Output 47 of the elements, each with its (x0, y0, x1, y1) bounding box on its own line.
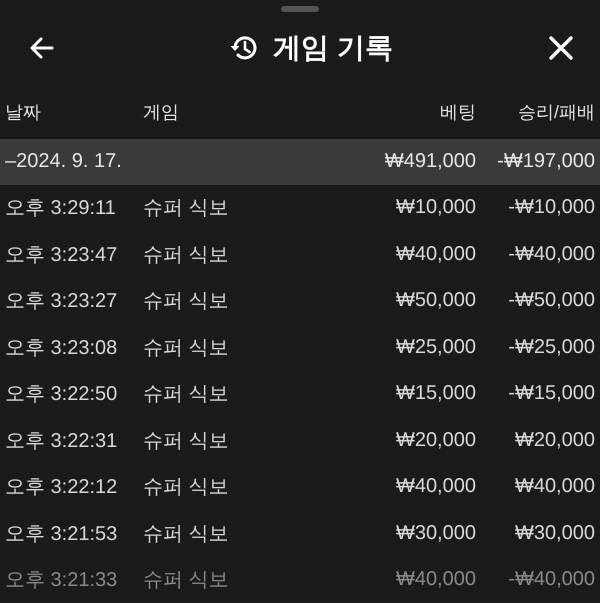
table-cell: -₩40,000 (508, 568, 595, 592)
table-cell: ₩30,000 (396, 522, 476, 545)
table-cell: ₩15,000 (396, 382, 476, 406)
date-group-cell: –2024. 9. 17. (5, 150, 122, 173)
table-cell: ₩40,000 (396, 475, 476, 498)
table-cell-text: 오후 3:21:53 (5, 522, 118, 547)
table-cell-text: 슈퍼 식보 (143, 475, 229, 500)
table-cell: -₩25,000 (508, 336, 595, 359)
table-cell: ₩40,000 (396, 242, 476, 266)
table-cell: ₩30,000 (514, 522, 595, 545)
table-cell-text: 슈퍼 식보 (143, 382, 229, 408)
column-header: 승리/패배 (518, 100, 595, 124)
table-cell: ₩50,000 (396, 289, 476, 312)
table-cell-text: 오후 3:22:50 (5, 382, 118, 408)
table-cell: ₩40,000 (514, 475, 595, 498)
table-cell-text: 오후 3:21:33 (5, 568, 118, 594)
table-cell: -₩10,000 (508, 196, 595, 220)
table-cell-text: 오후 3:22:31 (5, 428, 118, 454)
table-cell: -₩50,000 (508, 289, 595, 312)
table-cell: -₩15,000 (508, 382, 595, 406)
table-cell: ₩10,000 (396, 196, 476, 220)
table-cell: -₩197,000 (497, 150, 595, 173)
table-cell-text: 오후 3:23:27 (5, 289, 118, 314)
table-cell-text: 슈퍼 식보 (143, 196, 229, 222)
table-cell-text: 슈퍼 식보 (143, 428, 229, 454)
table-cell-text: 오후 3:29:11 (5, 196, 116, 222)
table-cell-text: 오후 3:22:12 (5, 475, 118, 500)
close-icon (548, 35, 574, 62)
table-cell-text: 슈퍼 식보 (143, 336, 229, 361)
column-header: 베팅 (440, 100, 476, 124)
table-cell-text: 오후 3:23:08 (5, 336, 118, 361)
table-cell: ₩20,000 (396, 428, 476, 452)
table-cell: ₩40,000 (396, 568, 476, 592)
table-cell-text: 슈퍼 식보 (143, 568, 229, 594)
table-cell-text: 오후 3:23:47 (5, 242, 118, 268)
drag-handle[interactable] (281, 6, 319, 12)
table-cell-text: 슈퍼 식보 (143, 242, 229, 268)
table-cell: ₩25,000 (396, 336, 476, 359)
window-title: 게임 기록 (273, 31, 393, 66)
table-cell: -₩40,000 (508, 242, 595, 266)
table-cell-text: 슈퍼 식보 (143, 522, 229, 547)
column-header: 날짜 (5, 100, 41, 124)
close-button[interactable] (548, 35, 574, 62)
column-header: 게임 (143, 100, 179, 124)
table-cell: ₩491,000 (384, 150, 476, 173)
table-cell-text: 슈퍼 식보 (143, 289, 229, 314)
table-cell: ₩20,000 (514, 428, 595, 452)
